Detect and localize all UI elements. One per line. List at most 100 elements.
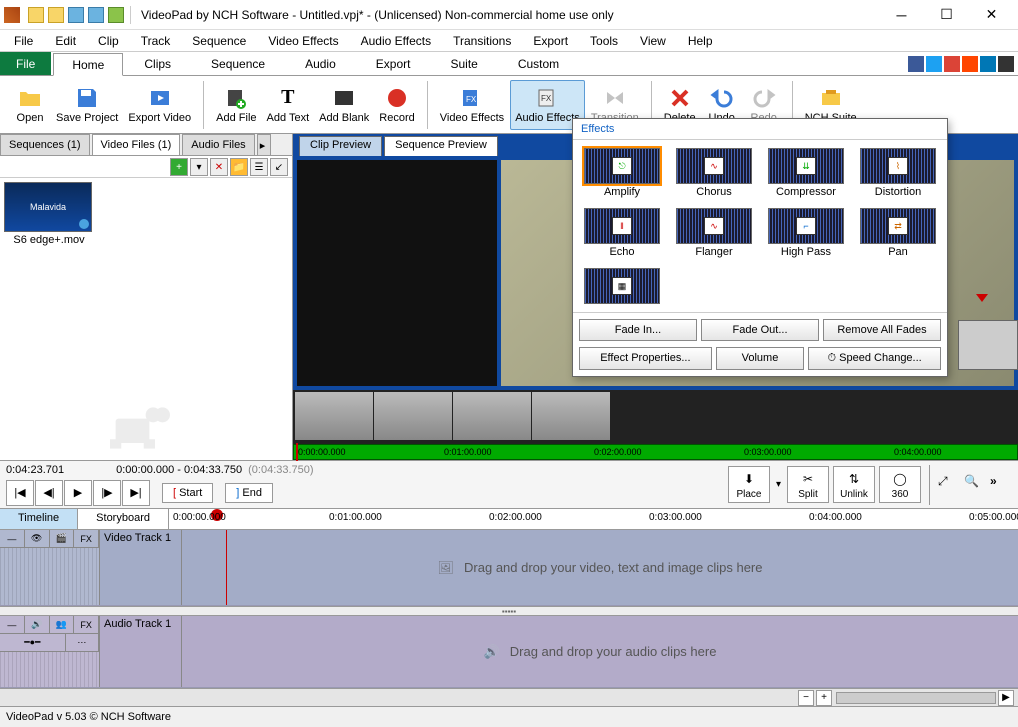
video-track-body[interactable]: 🖼 Drag and drop your video, text and ima…	[182, 530, 1018, 605]
maximize-button[interactable]: ☐	[924, 0, 969, 30]
step-fwd-button[interactable]: |▶	[93, 480, 121, 506]
timeline-scroll-zoom[interactable]: − + ▶	[0, 688, 1018, 706]
tab-clips[interactable]: Clips	[125, 52, 190, 75]
file-tab[interactable]: File	[0, 52, 51, 75]
qat-redo-icon[interactable]	[108, 7, 124, 23]
bin-tab-audio-files[interactable]: Audio Files	[182, 134, 254, 155]
speed-change-button[interactable]: ⏱ Speed Change...	[808, 347, 941, 370]
goto-end-button[interactable]: ▶|	[122, 480, 150, 506]
end-button[interactable]: ]End	[225, 483, 273, 503]
effect-reverb[interactable]: ▦	[579, 266, 665, 306]
360-button[interactable]: ◯360	[879, 466, 921, 503]
filmstrip-extra-thumb[interactable]	[958, 320, 1018, 370]
audio-track-body[interactable]: 🔊 Drag and drop your audio clips here	[182, 616, 1018, 687]
menu-tools[interactable]: Tools	[580, 32, 628, 50]
remove-fades-button[interactable]: Remove All Fades	[823, 319, 941, 341]
track-visible-button[interactable]: 👁	[25, 530, 50, 547]
preview-tab-sequence[interactable]: Sequence Preview	[384, 136, 498, 156]
effect-compressor[interactable]: ⇊Compressor	[763, 146, 849, 200]
effect-pan[interactable]: ⇄Pan	[855, 206, 941, 260]
save-project-button[interactable]: Save Project	[52, 80, 122, 130]
place-button[interactable]: ⬇Place	[728, 466, 770, 503]
qat-save-icon[interactable]	[68, 7, 84, 23]
place-dropdown[interactable]: ▾	[774, 479, 783, 490]
add-blank-button[interactable]: Add Blank	[315, 80, 373, 130]
menu-audio-effects[interactable]: Audio Effects	[351, 32, 442, 50]
bin-dropdown-icon[interactable]: ▾	[190, 158, 208, 176]
track-splitter[interactable]: ▪▪▪▪▪	[0, 606, 1018, 616]
preview-tab-clip[interactable]: Clip Preview	[299, 136, 382, 156]
zoom-fit-button[interactable]: ⤢	[938, 474, 960, 496]
video-track-label[interactable]: Video Track 1	[100, 530, 182, 605]
track-collapse-button[interactable]: —	[0, 530, 25, 547]
close-button[interactable]: ✕	[969, 0, 1014, 30]
tab-audio[interactable]: Audio	[286, 52, 355, 75]
bin-body[interactable]: Malavida S6 edge+.mov	[0, 178, 292, 460]
step-back-button[interactable]: ◀|	[35, 480, 63, 506]
audio-track-label[interactable]: Audio Track 1	[100, 616, 182, 687]
menu-edit[interactable]: Edit	[45, 32, 86, 50]
open-button[interactable]: Open	[10, 80, 50, 130]
timeline-ruler[interactable]: 0:00:00.000 0:01:00.000 0:02:00.000 0:03…	[169, 509, 1018, 529]
qat-undo-icon[interactable]	[88, 7, 104, 23]
bin-place-icon[interactable]: ↙	[270, 158, 288, 176]
twitter-icon[interactable]	[926, 56, 942, 72]
qat-new-icon[interactable]	[28, 7, 44, 23]
h-scrollbar[interactable]	[836, 692, 996, 704]
add-file-button[interactable]: Add File	[212, 80, 260, 130]
preview-ruler[interactable]: 0:00:00.000 0:01:00.000 0:02:00.000 0:03…	[293, 444, 1018, 460]
record-button[interactable]: Record	[375, 80, 418, 130]
bin-tab-video-files[interactable]: Video Files (1)	[92, 134, 181, 155]
zoom-in-icon[interactable]: +	[816, 690, 832, 706]
bin-remove-icon[interactable]: ✕	[210, 158, 228, 176]
filmstrip-thumb[interactable]	[374, 392, 452, 440]
qat-open-icon[interactable]	[48, 7, 64, 23]
clip-item[interactable]: Malavida S6 edge+.mov	[4, 182, 94, 246]
tab-export[interactable]: Export	[357, 52, 430, 75]
menu-file[interactable]: File	[4, 32, 43, 50]
effect-flanger[interactable]: ∿Flanger	[671, 206, 757, 260]
track-lock-button[interactable]: 🎬	[50, 530, 75, 547]
menu-track[interactable]: Track	[131, 32, 181, 50]
bin-add-icon[interactable]: +	[170, 158, 188, 176]
menu-transitions[interactable]: Transitions	[443, 32, 521, 50]
atrack-more-button[interactable]: ⋯	[66, 634, 99, 651]
atrack-fx-button[interactable]: FX	[74, 616, 99, 633]
start-button[interactable]: [Start	[162, 483, 213, 503]
googleplus-icon[interactable]	[944, 56, 960, 72]
filmstrip-thumb[interactable]	[453, 392, 531, 440]
fade-in-button[interactable]: Fade In...	[579, 319, 697, 341]
effect-chorus[interactable]: ∿Chorus	[671, 146, 757, 200]
export-video-button[interactable]: Export Video	[124, 80, 195, 130]
tab-home[interactable]: Home	[53, 53, 123, 76]
unlink-button[interactable]: ⇅Unlink	[833, 466, 875, 503]
timeline-tab[interactable]: Timeline	[0, 509, 78, 529]
menu-sequence[interactable]: Sequence	[182, 32, 256, 50]
effect-highpass[interactable]: ⌐High Pass	[763, 206, 849, 260]
storyboard-tab[interactable]: Storyboard	[78, 509, 169, 529]
effect-amplify[interactable]: ⎋Amplify	[579, 146, 665, 200]
goto-start-button[interactable]: |◀	[6, 480, 34, 506]
atrack-mute-button[interactable]: 🔊	[25, 616, 50, 633]
volume-button[interactable]: Volume	[716, 347, 805, 370]
bin-folder-icon[interactable]: 📁	[230, 158, 248, 176]
minimize-button[interactable]: ─	[879, 0, 924, 30]
add-text-button[interactable]: TAdd Text	[263, 80, 314, 130]
bin-tab-sequences[interactable]: Sequences (1)	[0, 134, 90, 155]
video-effects-button[interactable]: FXVideo Effects	[436, 80, 508, 130]
filmstrip-thumb[interactable]	[532, 392, 610, 440]
tab-suite[interactable]: Suite	[431, 52, 496, 75]
filmstrip[interactable]	[293, 390, 1018, 444]
zoom-in-button[interactable]: 🔍	[964, 474, 986, 496]
menu-video-effects[interactable]: Video Effects	[258, 32, 348, 50]
tab-custom[interactable]: Custom	[499, 52, 578, 75]
bin-tab-more[interactable]: ▸	[257, 134, 271, 155]
menu-export[interactable]: Export	[523, 32, 578, 50]
effect-echo[interactable]: ‖Echo	[579, 206, 665, 260]
play-button[interactable]: ▶	[64, 480, 92, 506]
menu-help[interactable]: Help	[678, 32, 723, 50]
atrack-solo-button[interactable]: 👥	[50, 616, 75, 633]
facebook-icon[interactable]	[908, 56, 924, 72]
scroll-right-icon[interactable]: ▶	[998, 690, 1014, 706]
delicious-icon[interactable]	[998, 56, 1014, 72]
